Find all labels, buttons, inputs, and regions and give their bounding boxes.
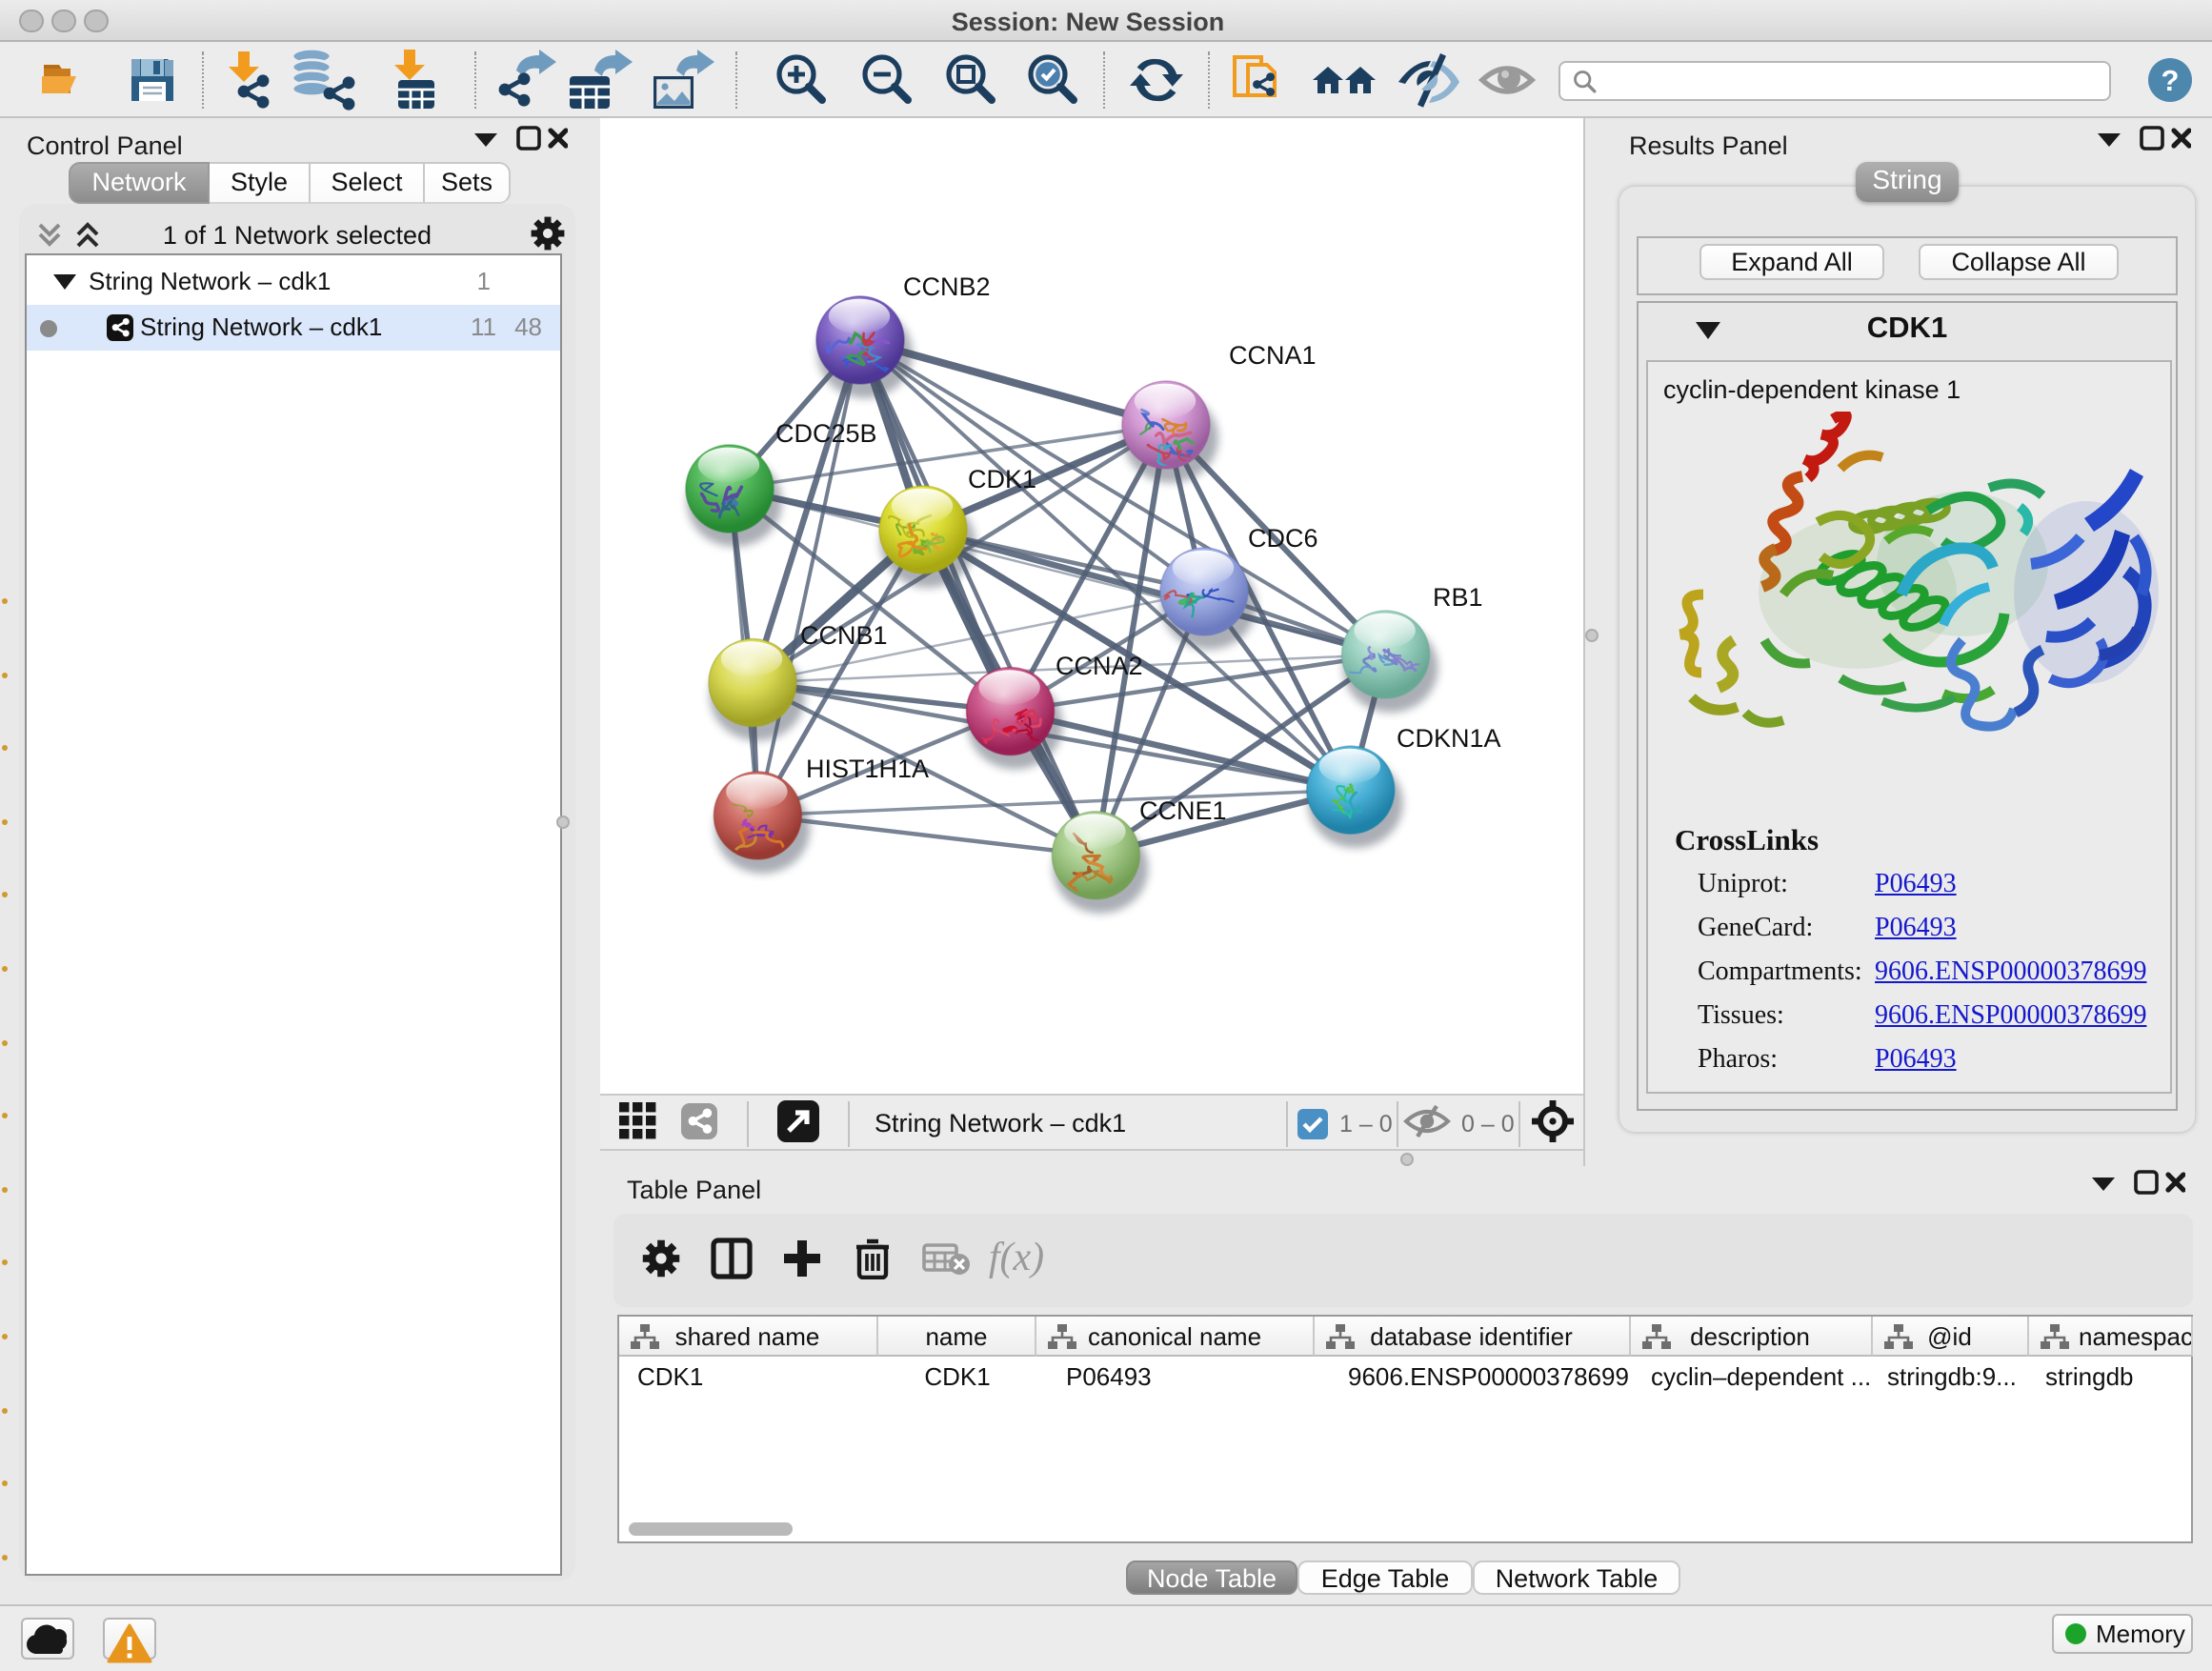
svg-text:CDK1: CDK1 [968, 465, 1036, 493]
svg-text:CDC6: CDC6 [1248, 524, 1318, 553]
svg-text:CCNA1: CCNA1 [1229, 341, 1317, 370]
svg-text:CCNE1: CCNE1 [1139, 796, 1227, 825]
svg-text:CCNA2: CCNA2 [1056, 652, 1143, 680]
svg-text:?: ? [2162, 64, 2180, 97]
svg-text:CDC25B: CDC25B [775, 419, 877, 448]
svg-text:HIST1H1A: HIST1H1A [806, 755, 929, 783]
svg-text:CCNB1: CCNB1 [800, 621, 888, 650]
svg-text:CDKN1A: CDKN1A [1397, 724, 1501, 753]
svg-text:CCNB2: CCNB2 [903, 272, 991, 301]
svg-text:RB1: RB1 [1433, 583, 1483, 612]
